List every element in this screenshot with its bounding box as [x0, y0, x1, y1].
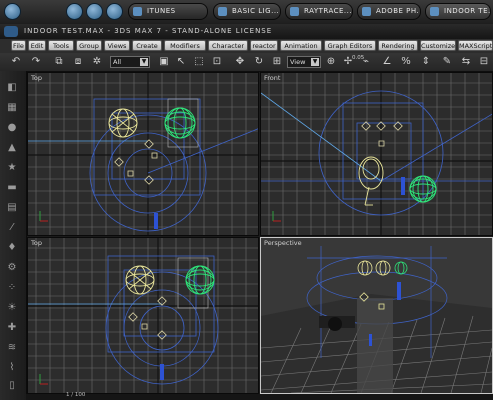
document-icon — [218, 7, 227, 16]
sphere-icon[interactable]: ● — [5, 121, 19, 135]
menu-views[interactable]: Views — [104, 40, 130, 51]
wave-icon[interactable]: ≋ — [5, 341, 19, 355]
viewport-top-left-canvas — [28, 73, 258, 235]
mirror-icon[interactable]: ⇆ — [460, 56, 472, 68]
menu-reactor[interactable]: reactor — [250, 40, 278, 51]
light-icon[interactable]: ☀ — [5, 301, 19, 315]
pivot-center-icon[interactable]: ⊕ — [325, 56, 337, 68]
viewport-bottom-left[interactable]: Top — [27, 237, 259, 394]
chevron-down-icon: ▼ — [140, 58, 148, 66]
task-label: INDOOR TE... — [444, 7, 491, 15]
window-title: INDOOR TEST.MAX - 3DS MAX 7 - STAND-ALON… — [24, 27, 273, 35]
menu-graph-editors[interactable]: Graph Editors — [324, 40, 376, 51]
viewport-top-left[interactable]: Top — [27, 72, 259, 236]
menu-modifiers[interactable]: Modifiers — [164, 40, 206, 51]
taskbar: ITUNES BASIC LIG... RAYTRACE... ADOBE PH… — [0, 0, 493, 25]
angle-snap-icon[interactable]: ∠ — [381, 56, 393, 68]
link-icon[interactable]: ⧉ — [53, 56, 65, 68]
bind-space-warp-icon[interactable]: ✲ — [91, 56, 103, 68]
select-region-icon[interactable]: ⬚ — [193, 56, 205, 68]
viewport-label[interactable]: Top — [31, 239, 42, 247]
selection-filter-value: All — [113, 58, 122, 66]
document-icon — [290, 7, 299, 16]
window-titlebar: INDOOR TEST.MAX - 3DS MAX 7 - STAND-ALON… — [0, 24, 493, 40]
bones-icon[interactable]: ⌇ — [5, 361, 19, 375]
select-object-icon[interactable]: ▣ — [158, 56, 170, 68]
taskbar-button-basic-lig[interactable]: BASIC LIG... — [213, 3, 281, 20]
task-label: BASIC LIG... — [232, 7, 280, 15]
create-geometry-icon[interactable]: ◧ — [5, 81, 19, 95]
frame-counter: 1 / 100 — [66, 392, 86, 398]
selection-filter-dropdown[interactable]: All ▼ — [110, 56, 150, 68]
itunes-icon — [133, 7, 142, 16]
quicklaunch-icon[interactable] — [86, 3, 103, 20]
viewport-label[interactable]: Front — [264, 74, 280, 82]
task-label: ADOBE PH... — [376, 7, 421, 15]
box-icon[interactable]: ▦ — [5, 101, 19, 115]
plane-icon[interactable]: ▬ — [5, 181, 19, 195]
cylinder-icon[interactable]: ▤ — [5, 201, 19, 215]
menu-maxscript[interactable]: MAXScript — [458, 40, 493, 51]
spinner-snap-icon[interactable]: ⇕ — [420, 56, 432, 68]
rotate-icon[interactable]: ↻ — [253, 56, 265, 68]
photoshop-icon — [362, 7, 371, 16]
move-icon[interactable]: ✥ — [234, 56, 246, 68]
viewport-label[interactable]: Perspective — [264, 239, 302, 247]
taskbar-button-itunes[interactable]: ITUNES — [128, 3, 208, 20]
menu-rendering[interactable]: Rendering — [378, 40, 418, 51]
reference-coordinate-value: View — [290, 58, 306, 66]
snap-toggle-icon[interactable]: ⌁ — [360, 56, 372, 68]
quicklaunch-icon[interactable] — [106, 3, 123, 20]
viewport-top-right[interactable]: Front — [260, 72, 493, 236]
viewport-bottom-right-canvas — [261, 246, 492, 393]
taskbar-button-adobe-ph[interactable]: ADOBE PH... — [357, 3, 421, 20]
menu-file[interactable]: File — [11, 40, 26, 51]
container-icon[interactable]: ▯ — [5, 379, 19, 393]
named-selection-icon[interactable]: ✎ — [441, 56, 453, 68]
menu-group[interactable]: Group — [76, 40, 102, 51]
viewport-label[interactable]: Top — [31, 74, 42, 82]
cone-icon[interactable]: ▲ — [5, 141, 19, 155]
3dsmax-icon — [430, 7, 439, 16]
chevron-down-icon: ▼ — [311, 58, 319, 66]
window-crossing-icon[interactable]: ⊡ — [211, 56, 223, 68]
task-label: ITUNES — [147, 7, 176, 15]
unlink-icon[interactable]: ⧈ — [72, 56, 84, 68]
menu-customize[interactable]: Customize — [420, 40, 456, 51]
redo-icon[interactable]: ↷ — [30, 56, 42, 68]
particle-icon[interactable]: ⁘ — [5, 281, 19, 295]
star-icon[interactable]: ★ — [5, 161, 19, 175]
paint-icon[interactable]: ♦ — [5, 241, 19, 255]
wand-icon[interactable]: ⁄ — [5, 221, 19, 235]
menu-edit[interactable]: Edit — [28, 40, 46, 51]
undo-icon[interactable]: ↶ — [10, 56, 22, 68]
menu-character[interactable]: Character — [208, 40, 248, 51]
taskbar-button-indoor-te[interactable]: INDOOR TE... — [425, 3, 491, 20]
percent-snap-icon[interactable]: % — [400, 56, 412, 68]
menu-bar: File Edit Tools Group Views Create Modif… — [0, 39, 493, 54]
viewport-bottom-right[interactable]: Perspective — [260, 237, 493, 394]
menu-animation[interactable]: Animation — [280, 40, 322, 51]
task-label: RAYTRACE... — [304, 7, 353, 15]
quicklaunch-icon[interactable] — [66, 3, 83, 20]
viewport-top-right-canvas — [261, 73, 492, 235]
align-icon[interactable]: ⊟ — [478, 56, 490, 68]
select-pointer-icon[interactable]: ↖ — [175, 56, 187, 68]
start-orb-icon[interactable] — [4, 3, 21, 20]
reference-coordinate-dropdown[interactable]: View ▼ — [287, 56, 321, 68]
time-slider[interactable]: 1 / 100 — [26, 392, 493, 400]
gear-icon[interactable]: ⚙ — [5, 261, 19, 275]
app-logo-icon — [4, 26, 18, 37]
left-tool-strip: ◧ ▦ ● ▲ ★ ▬ ▤ ⁄ ♦ ⚙ ⁘ ☀ ✚ ≋ ⌇ ▯ — [0, 71, 27, 400]
viewport-bottom-left-canvas — [28, 238, 258, 393]
menu-tools[interactable]: Tools — [48, 40, 74, 51]
taskbar-button-raytrace[interactable]: RAYTRACE... — [285, 3, 353, 20]
menu-create[interactable]: Create — [132, 40, 162, 51]
main-toolbar: ↶ ↷ ⧉ ⧈ ✲ All ▼ ▣ ↖ ⬚ ⊡ ✥ ↻ ⊞ View ▼ ⊕ ✢… — [0, 53, 493, 72]
scale-icon[interactable]: ⊞ — [271, 56, 283, 68]
helper-icon[interactable]: ✚ — [5, 321, 19, 335]
